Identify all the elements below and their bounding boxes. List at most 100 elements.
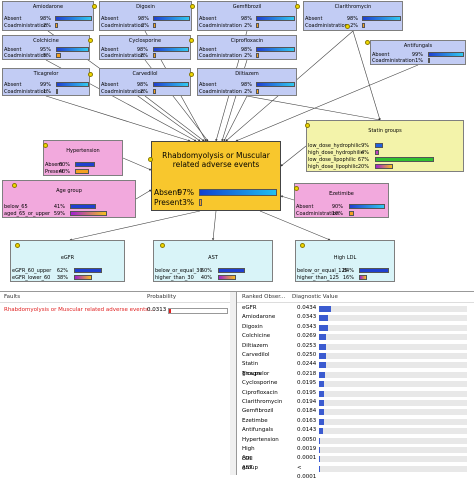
node-ast[interactable]: AST below_or_equal_30 60% higher_than_30 4… xyxy=(153,240,273,282)
row-pct: 2% xyxy=(141,23,149,29)
node-age-group[interactable]: Age group below_65 41% aged_65_or_upper 59… xyxy=(2,180,136,218)
diagnostic-bar-track xyxy=(319,437,467,444)
row-label: below_65 xyxy=(4,204,28,210)
ast-bar-0 xyxy=(218,268,245,273)
node-statin-groups[interactable]: Statin groups low_dose_hydrophilic 9% hig… xyxy=(306,120,464,172)
node-handle-dot xyxy=(189,38,194,43)
row-label: Coadministration xyxy=(199,89,242,95)
results-area: Faults Probability Rhabdomyolysis or Mus… xyxy=(0,291,474,480)
row-pct: 2% xyxy=(140,53,148,59)
node-digoxin[interactable]: Digoxin Absent 98% Coadministration 2% xyxy=(99,1,192,31)
node-cyclosporine[interactable]: Cyclosporine Absent 98% Coadministration 2… xyxy=(99,35,191,60)
node-ezetimibe[interactable]: Ezetimibe Absent 90% Coadministration 10% xyxy=(294,183,389,218)
present-bar xyxy=(75,169,89,174)
row-pct: 98% xyxy=(39,16,51,22)
row-label: Coadministration xyxy=(372,58,415,64)
ranked-row-name: Ezetimbe xyxy=(242,417,268,424)
node-handle-dot xyxy=(15,243,20,248)
node-title: Ticagrelor xyxy=(33,71,59,77)
node-clarithromycin[interactable]: Clarithromycin Absent 98% Coadministratio… xyxy=(303,1,403,31)
egfr-bar-0 xyxy=(74,268,102,273)
diagnostic-bar xyxy=(319,409,325,416)
ast-bar-1 xyxy=(218,275,236,280)
row-label: below_or_equal_125 xyxy=(297,268,348,274)
ranked-row-name: Gemfibrozil xyxy=(242,408,274,415)
row-pct: 1% xyxy=(415,58,423,64)
ranked-row-name: Amiodarone xyxy=(242,314,276,321)
diagnostic-bar xyxy=(319,400,325,406)
node-antifungals[interactable]: Antifungals Absent 99% Coadministration 1% xyxy=(370,40,466,65)
node-title: Diltiazem xyxy=(235,71,259,77)
node-ticagrelor[interactable]: Ticagrelor Absent 99% Coadministration 1% xyxy=(2,68,90,96)
coad-bar xyxy=(56,89,58,94)
node-rhabdomyolysis-target[interactable]: Rhabdomyolysis or Muscular related adver… xyxy=(151,141,281,211)
absent-bar xyxy=(153,47,189,52)
node-gemfibrozil[interactable]: Gemfibrozil Absent 98% Coadministration 2% xyxy=(197,1,297,31)
row-label: low_dose_lipophilic xyxy=(308,157,356,163)
row-pct: 84% xyxy=(342,268,354,274)
ranked-row-value: 0.0434 xyxy=(297,305,317,311)
node-diltiazem[interactable]: Diltiazem Absent 98% Coadministration 2% xyxy=(197,68,297,96)
row-label: Absent xyxy=(4,82,22,88)
coad-bar xyxy=(56,53,61,58)
node-ciprofloxacin[interactable]: Ciprofloxacin Absent 98% Coadministration… xyxy=(197,35,297,60)
node-egfr[interactable]: eGFR eGFR_60_upper 62% eGFR_lower_60 38% xyxy=(10,240,125,282)
diagnostic-bar-track xyxy=(319,428,467,435)
absent-bar xyxy=(362,16,401,21)
row-pct: 20% xyxy=(357,164,369,170)
node-title: Digoxin xyxy=(136,4,155,10)
row-label: Coadministration xyxy=(305,23,348,29)
row-pct: 60% xyxy=(58,162,70,168)
diagnostic-bar-track xyxy=(319,381,467,388)
row-label: Absent xyxy=(296,204,314,210)
row-label: Present xyxy=(154,198,183,207)
coad-bar xyxy=(349,211,354,216)
row-label: Coadministration xyxy=(199,23,242,29)
network-edge xyxy=(135,189,152,200)
fault-probability-bar xyxy=(168,308,228,314)
node-amiodarone[interactable]: Amiodarone Absent 98% Coadministration 2% xyxy=(2,1,94,31)
absent-bar xyxy=(55,16,92,21)
row-pct: 38% xyxy=(56,275,68,281)
diagnostic-bar-track xyxy=(319,456,467,463)
node-title: Amiodarone xyxy=(32,4,64,10)
diagnostic-bar xyxy=(319,456,320,463)
diagnostic-bar xyxy=(319,465,320,472)
node-high-ldl[interactable]: High LDL below_or_equal_125 84% higher_th… xyxy=(295,240,395,282)
node-hypertension[interactable]: Hypertension Absent 60% Present 40% xyxy=(43,140,123,176)
row-pct: 9% xyxy=(361,143,369,149)
diagnostic-bar xyxy=(319,447,320,453)
row-label: Coadministration xyxy=(4,23,47,29)
diagnostic-bar-track xyxy=(319,306,467,312)
header-divider xyxy=(0,302,230,303)
ranked-row-name: Hypertension xyxy=(242,436,279,443)
row-pct: 98% xyxy=(346,16,358,22)
row-pct: 16% xyxy=(342,275,354,281)
row-pct: 2% xyxy=(140,89,148,95)
ranked-row-value: 0.0143 xyxy=(297,427,317,434)
row-pct: 2% xyxy=(244,23,252,29)
ranked-row-value: 0.0001 xyxy=(297,455,317,462)
network-edge xyxy=(246,95,381,121)
ldl-bar-0 xyxy=(359,268,389,273)
fault-row[interactable]: Rhabdomyolysis or Muscular related adver… xyxy=(0,306,230,316)
row-pct: 4% xyxy=(361,150,369,156)
row-pct: 2% xyxy=(350,23,358,29)
diagnostic-bar-track xyxy=(319,409,467,416)
diagnostic-bar-track xyxy=(319,343,467,350)
row-pct: 10% xyxy=(331,211,343,217)
target-present-bar xyxy=(199,199,202,206)
diagnostic-bar xyxy=(319,324,329,331)
ranked-observations-panel: Ranked Obser... Diagnostic Value eGFR 0.0… xyxy=(236,292,474,480)
coad-bar xyxy=(256,89,259,94)
absent-bar xyxy=(256,16,295,21)
node-carvedilol[interactable]: Carvedilol Absent 98% Coadministration 2% xyxy=(99,68,191,96)
ranked-row-value: 0.0218 xyxy=(297,370,317,377)
ranked-row-name: AST xyxy=(242,464,253,471)
absent-bar xyxy=(256,82,295,87)
diagnostic-bar xyxy=(319,362,326,369)
node-colchicine[interactable]: Colchicine Absent 95% Coadministration 5% xyxy=(2,35,90,60)
node-handle-dot xyxy=(305,123,310,128)
absent-bar xyxy=(75,162,95,167)
absent-bar xyxy=(56,47,89,52)
